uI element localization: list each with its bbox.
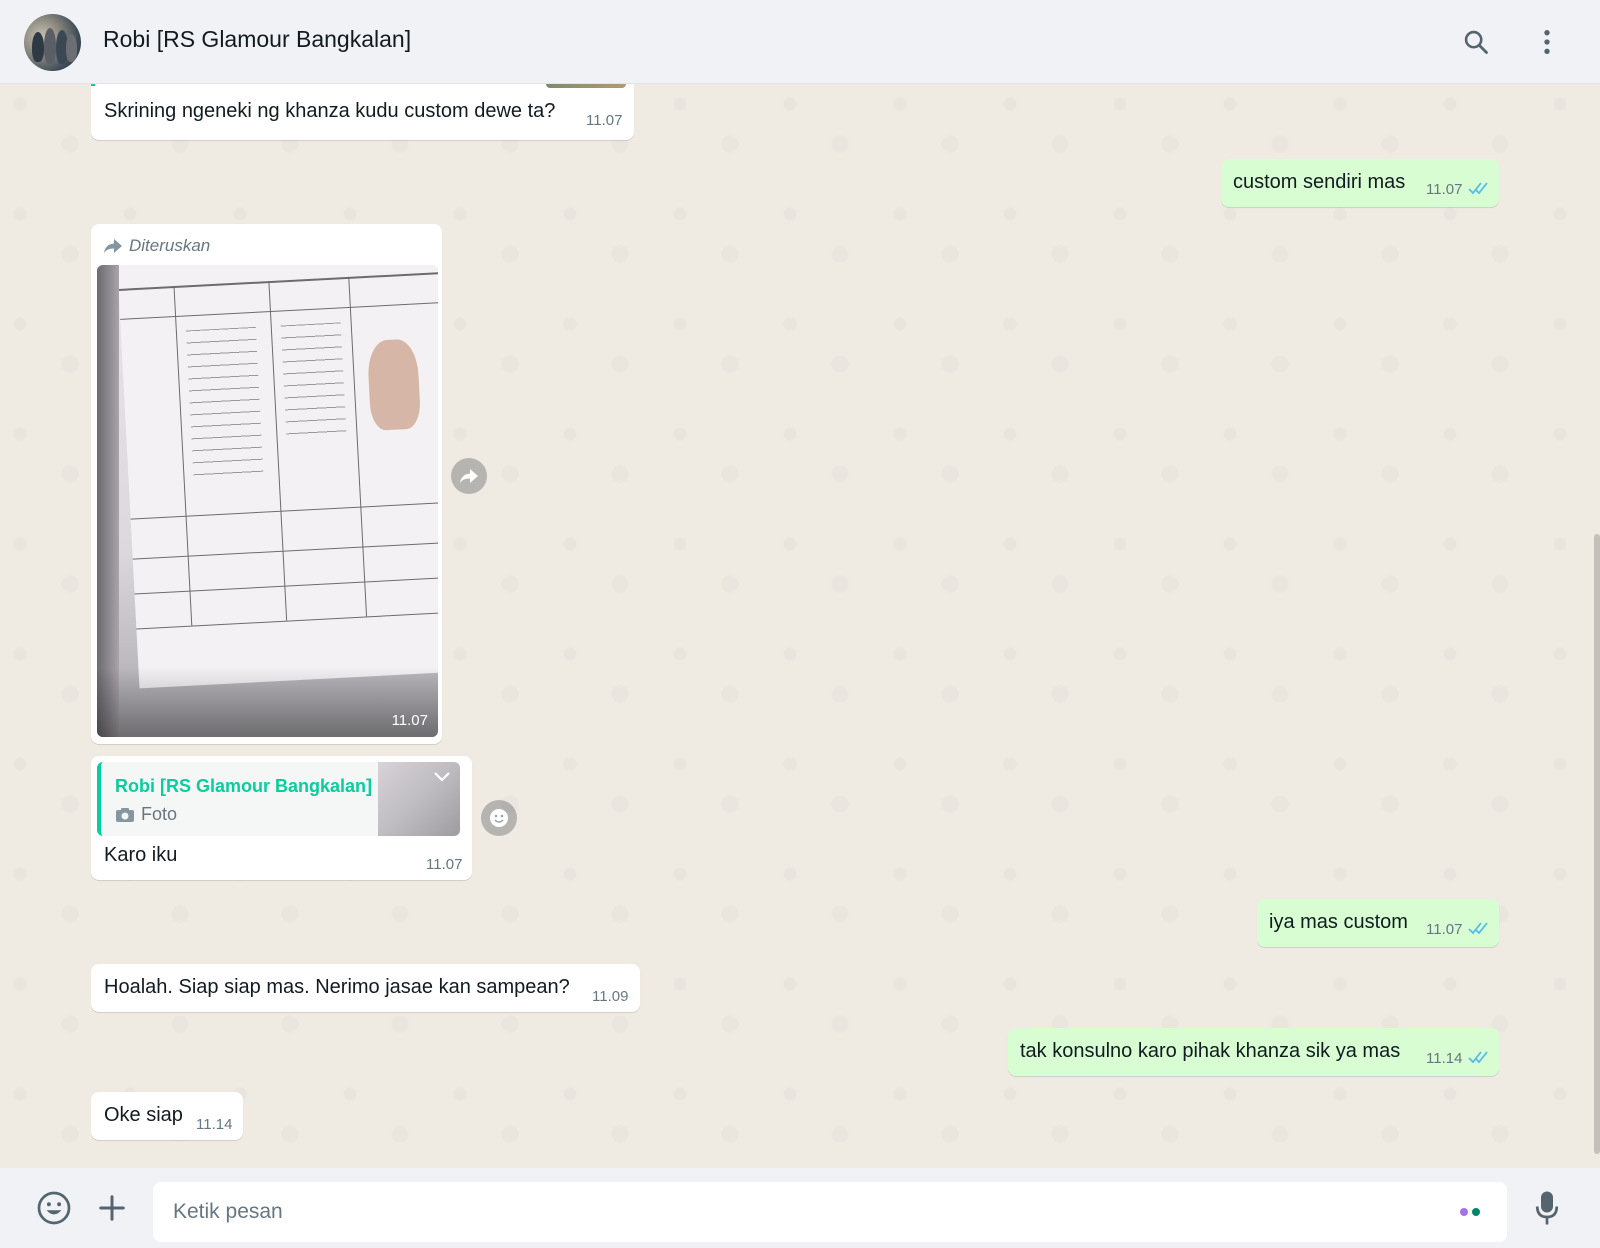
forwarded-text: Diteruskan <box>129 236 211 255</box>
scrollbar[interactable] <box>1594 534 1600 1154</box>
forward-button[interactable] <box>451 458 487 494</box>
forward-icon <box>460 469 478 483</box>
message-list[interactable]: Skrining ngeneki ng khanza kudu custom d… <box>0 84 1600 1168</box>
message-text: Karo iku <box>104 844 178 866</box>
quoted-type: Foto <box>115 804 177 825</box>
typing-indicator <box>1460 1208 1480 1216</box>
message-text: Oke siap <box>104 1104 183 1126</box>
photo-shade <box>97 667 438 737</box>
chat-header: Robi [RS Glamour Bangkalan] <box>0 0 1600 84</box>
message-out[interactable]: iya mas custom 11.07 <box>1257 899 1499 947</box>
emoji-icon <box>490 809 508 827</box>
message-in-reply[interactable]: Robi [RS Glamour Bangkalan] Foto Karo ik… <box>91 756 472 880</box>
quoted-thumbnail <box>378 762 460 836</box>
forwarded-label: Diteruskan <box>103 236 210 256</box>
message-out[interactable]: custom sendiri mas 11.07 <box>1221 159 1499 207</box>
emoji-icon[interactable] <box>34 1188 74 1228</box>
message-text: custom sendiri mas <box>1233 171 1406 193</box>
message-time: 11.07 <box>426 856 463 873</box>
message-in[interactable]: Skrining ngeneki ng khanza kudu custom d… <box>91 84 634 140</box>
chevron-down-icon[interactable] <box>432 770 452 784</box>
indicator-dot-purple <box>1460 1208 1468 1216</box>
camera-icon <box>116 807 134 822</box>
read-tick-icon <box>1468 922 1488 935</box>
message-input[interactable] <box>153 1182 1507 1242</box>
avatar[interactable] <box>24 14 81 71</box>
message-in-image[interactable]: Diteruskan 11.07 <box>91 224 442 744</box>
more-vertical-icon[interactable] <box>1529 24 1565 60</box>
quoted-message[interactable]: Robi [RS Glamour Bangkalan] Foto <box>97 762 460 836</box>
message-photo[interactable]: 11.07 <box>97 265 438 737</box>
contact-name[interactable]: Robi [RS Glamour Bangkalan] <box>103 26 411 53</box>
message-time: 11.07 <box>1426 181 1463 198</box>
message-text: Hoalah. Siap siap mas. Nerimo jasae kan … <box>104 976 570 998</box>
quoted-sender: Robi [RS Glamour Bangkalan] <box>115 776 373 796</box>
quoted-image-remnant <box>546 84 626 88</box>
microphone-icon[interactable] <box>1527 1188 1567 1228</box>
indicator-dot-green <box>1472 1208 1480 1216</box>
react-button[interactable] <box>481 800 517 836</box>
message-text: tak konsulno karo pihak khanza sik ya ma… <box>1020 1040 1401 1062</box>
message-text: iya mas custom <box>1269 911 1408 933</box>
message-in[interactable]: Oke siap 11.14 <box>91 1092 243 1140</box>
reply-accent <box>91 84 95 86</box>
composer <box>0 1168 1600 1248</box>
read-tick-icon <box>1468 1051 1488 1064</box>
photo-paper <box>117 265 438 689</box>
message-in[interactable]: Hoalah. Siap siap mas. Nerimo jasae kan … <box>91 964 640 1012</box>
quoted-type-label: Foto <box>141 804 178 824</box>
message-time: 11.14 <box>196 1116 233 1133</box>
message-time: 11.14 <box>1426 1050 1463 1067</box>
read-tick-icon <box>1468 182 1488 195</box>
forward-icon <box>104 239 122 253</box>
message-time: 11.07 <box>586 112 623 129</box>
message-time: 11.07 <box>1426 921 1463 938</box>
message-time: 11.09 <box>592 988 629 1005</box>
plus-icon[interactable] <box>92 1188 132 1228</box>
search-icon[interactable] <box>1458 24 1494 60</box>
message-text: Skrining ngeneki ng khanza kudu custom d… <box>104 100 556 122</box>
message-time: 11.07 <box>391 712 428 729</box>
message-out[interactable]: tak konsulno karo pihak khanza sik ya ma… <box>1008 1028 1499 1076</box>
